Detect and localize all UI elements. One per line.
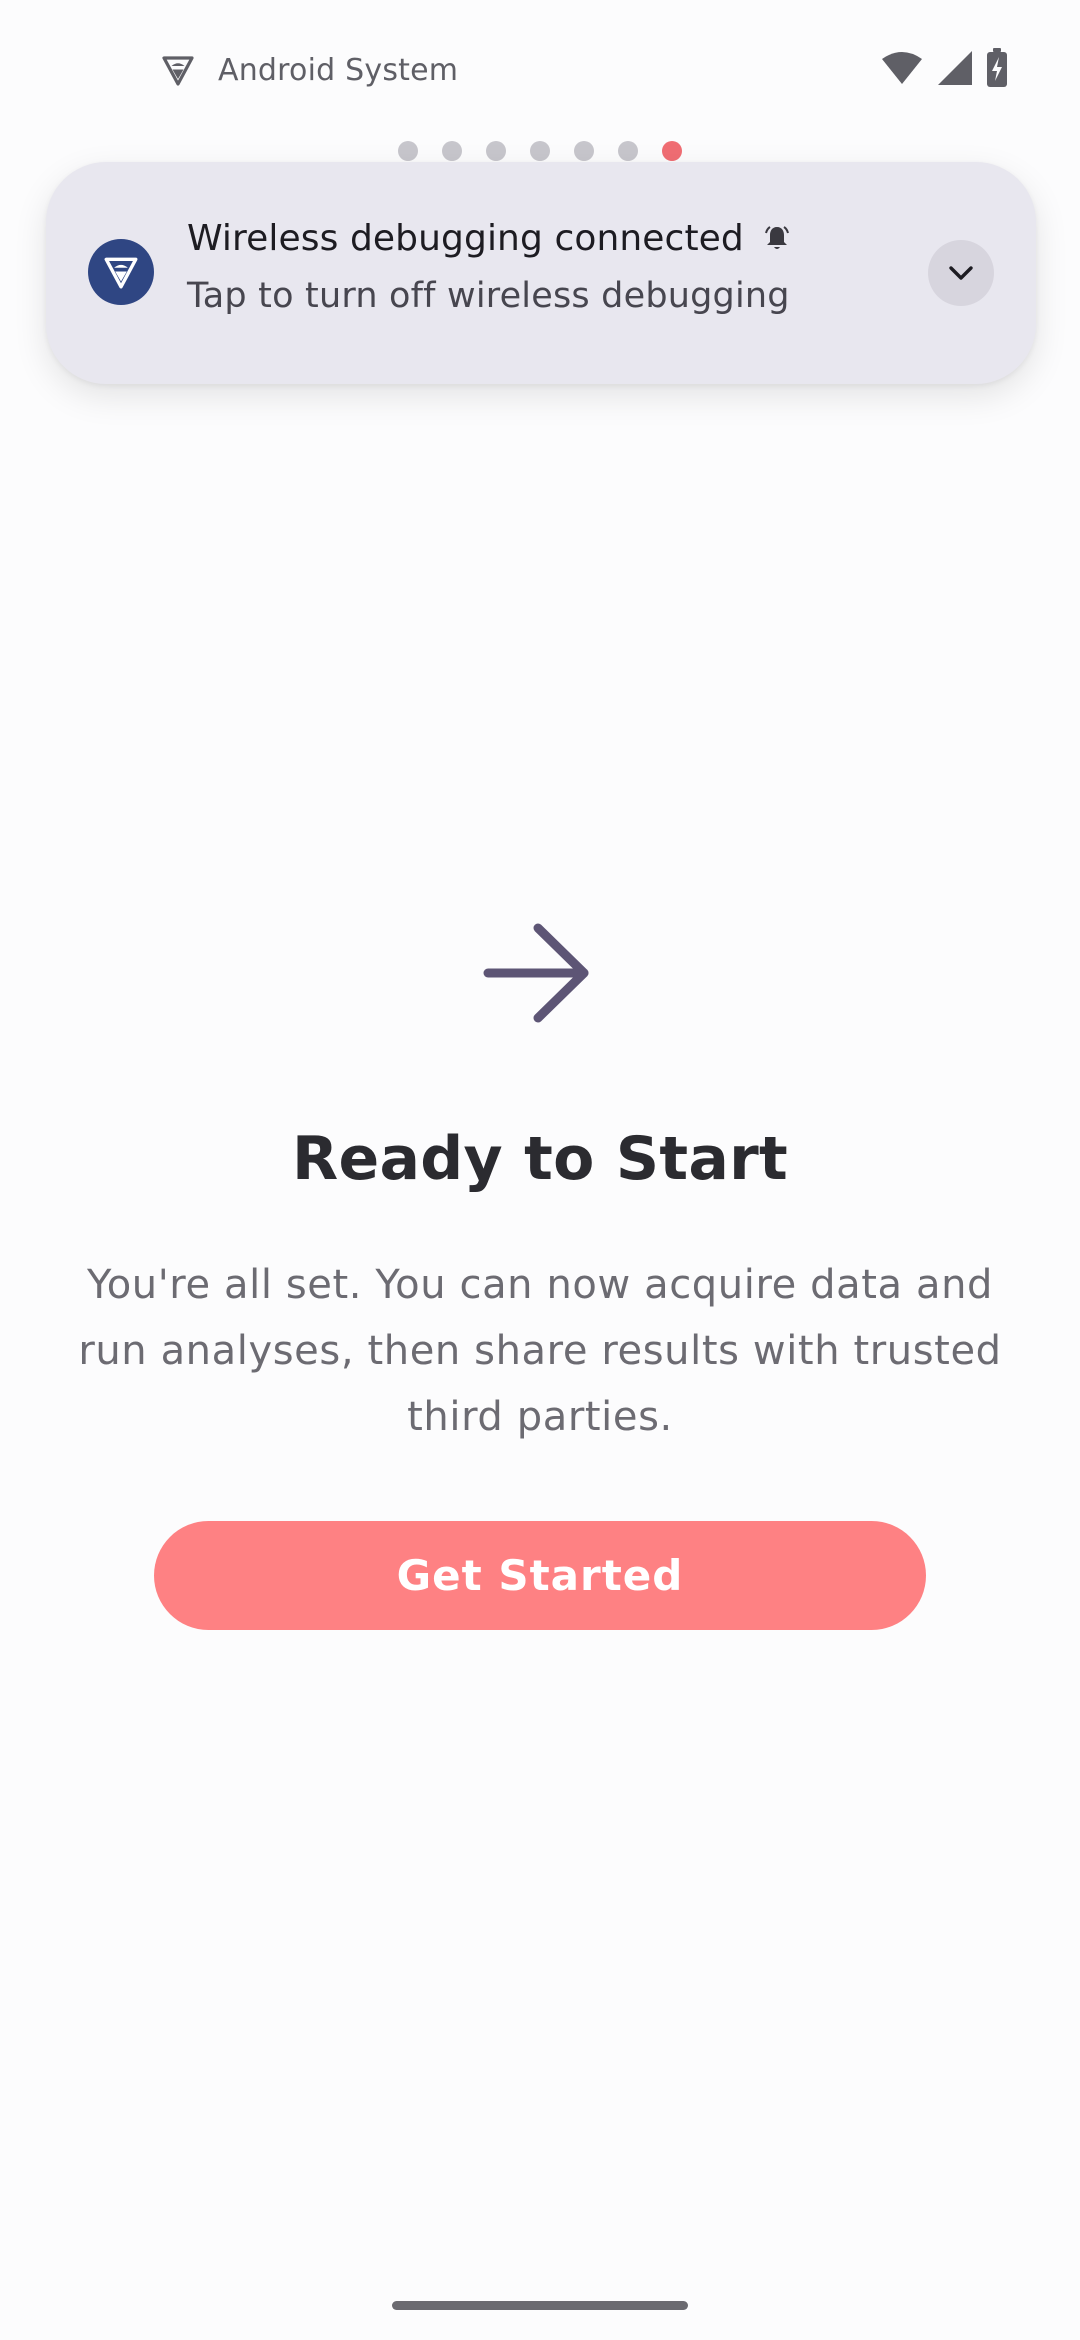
cell-signal-icon <box>938 50 972 90</box>
android-debug-icon <box>88 239 154 305</box>
android-debug-icon <box>160 52 196 88</box>
bell-alert-icon <box>762 224 792 254</box>
notification-card[interactable]: Wireless debugging connected Tap to turn… <box>46 162 1036 384</box>
status-app-name: Android System <box>218 52 459 88</box>
page-title: Ready to Start <box>292 1124 788 1194</box>
status-icons <box>880 48 1008 92</box>
status-notification-source: Android System <box>160 52 458 88</box>
page-dot <box>574 141 594 161</box>
page-dot <box>486 141 506 161</box>
notification-title-row: Wireless debugging connected <box>187 218 792 259</box>
page-description: You're all set. You can now acquire data… <box>78 1262 1002 1440</box>
wifi-icon <box>880 50 924 90</box>
notification-title: Wireless debugging connected <box>187 218 744 259</box>
gesture-navigation-bar[interactable] <box>392 2301 688 2310</box>
page-dot <box>530 141 550 161</box>
page-dot-active <box>662 141 682 161</box>
page-dot <box>398 141 418 161</box>
notification-expand-button[interactable] <box>928 240 994 306</box>
status-bar: Android System <box>0 0 1080 140</box>
chevron-down-icon <box>949 266 973 280</box>
battery-charging-icon <box>986 48 1008 92</box>
page-indicator <box>0 141 1080 161</box>
page-dot <box>442 141 462 161</box>
notification-text: Tap to turn off wireless debugging <box>187 276 790 316</box>
get-started-button[interactable]: Get Started <box>154 1521 926 1630</box>
arrow-right-icon <box>480 918 600 1028</box>
page-dot <box>618 141 638 161</box>
